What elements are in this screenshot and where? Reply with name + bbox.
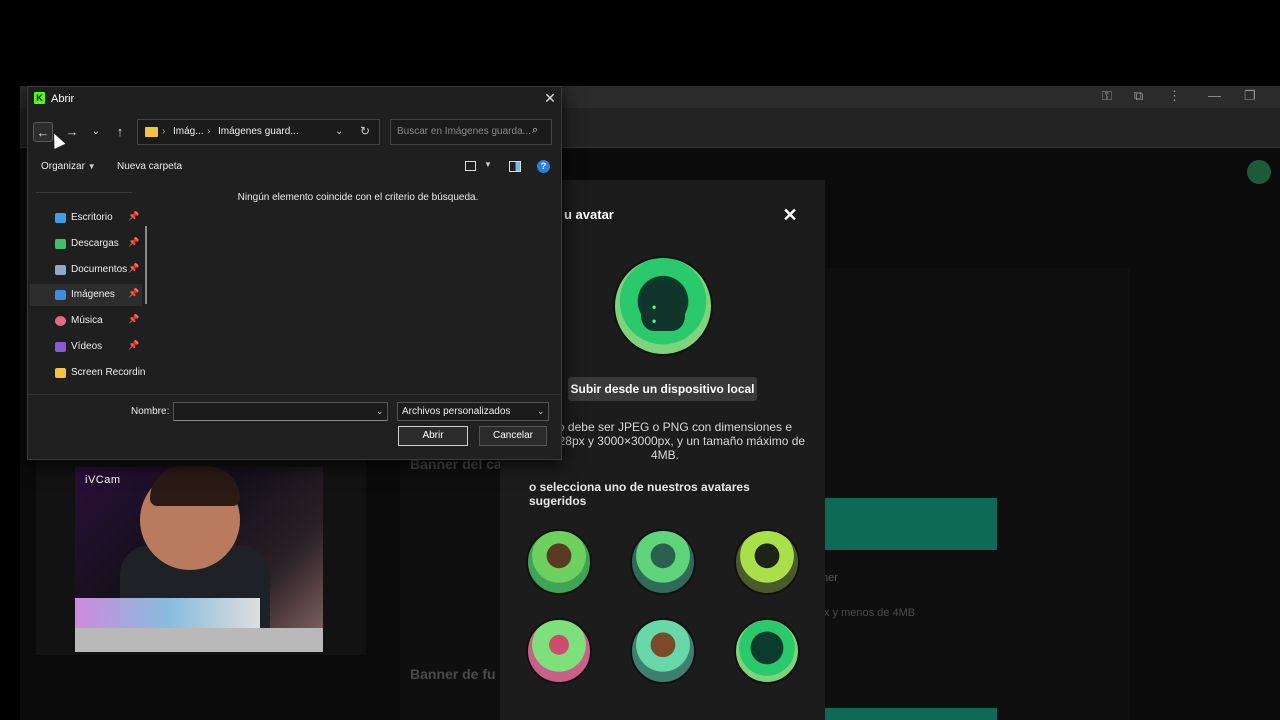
modal-title: u avatar [564,207,614,222]
suggested-avatar-5[interactable] [630,618,696,684]
suggested-avatar-6[interactable] [734,618,800,684]
nav-item-imagenes[interactable]: Imágenes 📌 [30,284,142,306]
filetype-chevron-icon[interactable]: ⌄ [537,406,545,417]
user-avatar[interactable] [1247,160,1271,184]
up-arrow-icon[interactable]: ↑ [110,122,130,142]
chevron-down-icon: ▼ [87,162,96,171]
search-placeholder: Buscar en Imágenes guarda... [397,126,531,137]
search-field[interactable]: Buscar en Imágenes guarda... ⌕ [390,119,552,145]
extensions-icon[interactable]: ⧉ [1134,88,1143,104]
help-icon[interactable]: ? [537,160,550,173]
suggested-avatar-4[interactable] [526,618,592,684]
nav-item-documentos[interactable]: Documentos 📌 [30,259,142,281]
webcam-label: iVCam [85,474,121,486]
key-icon[interactable]: ⚿ [1102,88,1112,104]
breadcrumb-separator-icon: › [162,126,166,137]
breadcrumb-item-1[interactable]: Imág... [173,126,204,137]
pin-icon: 📌 [128,314,140,324]
desktop-icon [55,213,66,223]
pictures-icon [55,290,66,300]
address-bar[interactable]: › Imág... › Imágenes guard... ⌄ ↻ [137,119,380,145]
new-folder-button[interactable]: Nueva carpeta [117,161,182,172]
banner-label-2: Banner de fu [410,666,496,682]
empty-results-message: Ningún elemento coincide con el criterio… [237,192,479,203]
dialog-title: Abrir [51,93,75,105]
nav-item-escritorio[interactable]: Escritorio 📌 [30,207,142,229]
view-mode-icon[interactable] [465,161,476,171]
dialog-close-icon[interactable]: ✕ [542,90,558,107]
address-dropdown-icon[interactable]: ⌄ [335,126,343,137]
pin-icon: 📌 [128,340,140,350]
format-requirements-text: mato debe ser JPEG o PNG con dimensiones… [524,420,806,462]
banner-preview [825,498,997,550]
folder-icon [55,368,66,378]
webcam-keyboard [75,628,323,652]
filename-label: Nombre: [131,406,170,417]
suggested-avatar-2[interactable] [630,529,696,595]
upload-local-button[interactable]: Subir desde un dispositivo local [568,377,757,401]
pin-icon: 📌 [128,211,140,221]
nav-divider [36,192,132,193]
folder-icon [145,127,158,137]
music-icon [55,316,66,326]
breadcrumb-separator-icon: › [207,126,211,137]
webcam-keyboard-lights [75,598,260,628]
pin-icon: 📌 [128,237,140,247]
command-bar [27,152,562,182]
cancel-button[interactable]: Cancelar [479,426,547,446]
nav-item-videos[interactable]: Vídeos 📌 [30,336,142,358]
nav-item-screen-recordings[interactable]: Screen Recordin [30,362,145,384]
organize-button[interactable]: Organizar ▼ [41,161,96,172]
breadcrumb-item-2[interactable]: Imágenes guard... [218,126,299,137]
close-icon[interactable]: ✕ [780,205,800,226]
view-options-chevron-icon[interactable]: ▼ [484,160,492,169]
banner-preview-2 [825,708,997,720]
suggested-avatar-3[interactable] [734,529,800,595]
open-button[interactable]: Abrir [398,426,468,446]
dialog-title-bar[interactable] [27,86,562,112]
refresh-icon[interactable]: ↻ [360,124,370,138]
organize-label: Organizar [41,161,85,172]
suggested-avatars-heading: o selecciona uno de nuestros avatares su… [529,480,750,508]
current-avatar: • • [613,256,713,356]
nav-scrollbar[interactable] [145,226,147,304]
pin-icon: 📌 [128,288,140,298]
filename-input[interactable] [173,402,388,421]
webcam-person-hair [150,466,240,506]
search-icon[interactable]: ⌕ [532,124,538,137]
forward-arrow-icon[interactable]: → [62,122,82,142]
recent-locations-chevron-icon[interactable]: ⌄ [86,122,106,142]
size-hint-fragment: x y menos de 4MB [824,607,916,619]
nav-item-descargas[interactable]: Descargas 📌 [30,233,142,255]
pin-icon: 📌 [128,263,140,273]
filename-dropdown-icon[interactable]: ⌄ [376,406,384,417]
video-icon [55,342,66,352]
preview-pane-icon[interactable] [509,161,521,172]
filetype-select[interactable]: Archivos personalizados [397,402,549,421]
download-icon [55,239,66,249]
app-logo-icon: K [34,92,45,104]
restore-icon[interactable]: ❐ [1244,88,1256,104]
menu-dots-icon[interactable]: ⋮ [1168,88,1181,104]
document-icon [55,265,66,275]
suggested-avatar-1[interactable] [526,529,592,595]
minimize-icon[interactable]: — [1208,88,1221,103]
nav-item-musica[interactable]: Música 📌 [30,310,142,332]
